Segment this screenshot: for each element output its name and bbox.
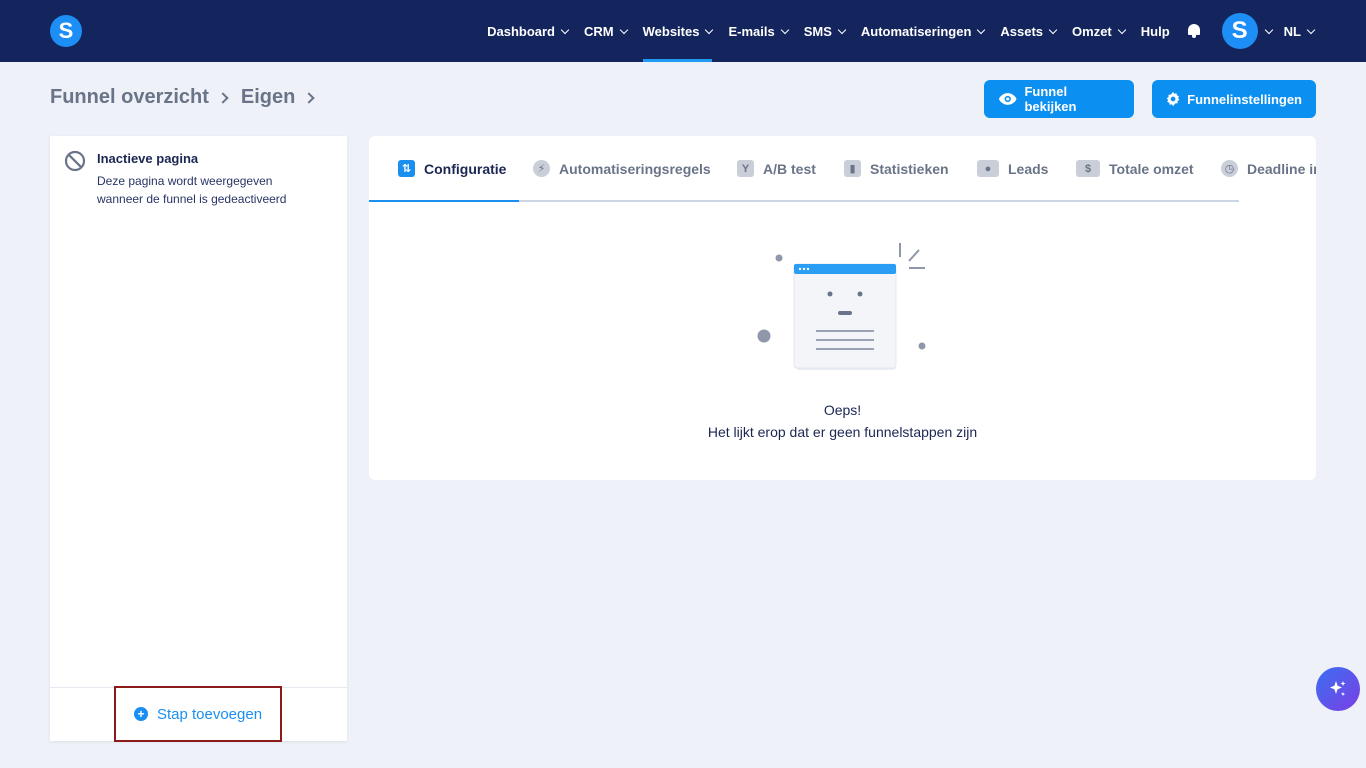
add-step-button[interactable]: + Stap toevoegen xyxy=(114,686,282,742)
empty-state-subtitle: Het lijkt erop dat er geen funnelstappen… xyxy=(707,424,978,440)
nav-assets[interactable]: Assets xyxy=(992,0,1064,62)
top-navbar: S Dashboard CRM Websites E-mails SMS Aut… xyxy=(0,0,1366,62)
inactive-page-item[interactable]: Inactieve pagina Deze pagina wordt weerg… xyxy=(64,150,317,208)
nav-help[interactable]: Hulp xyxy=(1133,0,1178,62)
inactive-page-title: Inactieve pagina xyxy=(97,151,199,166)
tab-leads[interactable]: ● Leads xyxy=(977,160,1048,177)
active-tab-indicator xyxy=(369,200,519,202)
split-icon: Y xyxy=(737,160,754,177)
funnel-steps-panel: Inactieve pagina Deze pagina wordt weerg… xyxy=(50,136,347,742)
sparkle-icon xyxy=(1330,681,1346,696)
ai-assistant-button[interactable] xyxy=(1316,667,1360,711)
breadcrumb-current[interactable]: Eigen xyxy=(241,86,295,109)
plus-circle-icon: + xyxy=(133,707,148,721)
sliders-icon: ⇅ xyxy=(398,160,415,177)
breadcrumb: Funnel overzicht Eigen xyxy=(50,86,327,109)
funnel-detail-panel: ⇅ Configuratie ⚡ Automatiseringsregels Y A/… xyxy=(369,136,1316,480)
nav-sms[interactable]: SMS xyxy=(796,0,853,62)
nav-dashboard[interactable]: Dashboard xyxy=(479,0,576,62)
app-logo[interactable]: S xyxy=(50,15,82,47)
chevron-down-icon xyxy=(1306,25,1316,34)
tab-statistieken[interactable]: ▮ Statistieken xyxy=(844,160,949,177)
nav-websites[interactable]: Websites xyxy=(635,0,721,62)
chevron-down-icon[interactable] xyxy=(1264,25,1273,34)
gear-icon xyxy=(1166,91,1180,107)
empty-state-illustration xyxy=(757,243,926,370)
inactive-page-description: Deze pagina wordt weergegeven wanneer de… xyxy=(97,174,287,206)
eye-icon xyxy=(998,93,1017,105)
chevron-down-icon xyxy=(780,25,789,34)
breadcrumb-funnel-overview[interactable]: Funnel overzicht xyxy=(50,86,209,109)
dollar-icon: $ xyxy=(1076,160,1100,177)
chevron-down-icon xyxy=(977,25,986,34)
clock-icon: ◷ xyxy=(1221,160,1238,177)
tab-automatiseringsregels[interactable]: ⚡ Automatiseringsregels xyxy=(533,160,711,177)
bolt-icon: ⚡ xyxy=(533,160,550,177)
language-selector[interactable]: NL xyxy=(1280,0,1318,62)
users-icon: ● xyxy=(977,160,999,177)
view-funnel-button[interactable]: Funnel bekijken xyxy=(984,80,1134,118)
chevron-down-icon xyxy=(1117,25,1127,34)
nav-emails[interactable]: E-mails xyxy=(720,0,795,62)
bell-icon[interactable] xyxy=(1186,23,1202,39)
nav-crm[interactable]: CRM xyxy=(576,0,635,62)
left-panel-footer: + Stap toevoegen xyxy=(50,686,347,742)
tab-configuratie[interactable]: ⇅ Configuratie xyxy=(398,160,506,177)
chevron-down-icon xyxy=(1048,25,1058,34)
chevron-down-icon xyxy=(705,25,714,34)
empty-state-title: Oeps! xyxy=(823,402,862,418)
ban-icon xyxy=(64,150,86,172)
main-menu: Dashboard CRM Websites E-mails SMS Autom… xyxy=(479,0,1318,62)
tab-bar: ⇅ Configuratie ⚡ Automatiseringsregels Y A/… xyxy=(369,136,1316,202)
chevron-down-icon xyxy=(560,25,570,34)
nav-automatiseringen[interactable]: Automatiseringen xyxy=(853,0,993,62)
funnel-settings-button[interactable]: Funnelinstellingen xyxy=(1152,80,1316,118)
tab-totale-omzet[interactable]: $ Totale omzet xyxy=(1076,160,1194,177)
chevron-right-icon xyxy=(217,91,229,104)
chevron-down-icon xyxy=(619,25,628,34)
chevron-down-icon xyxy=(837,25,847,34)
avatar[interactable]: S xyxy=(1221,13,1258,49)
nav-omzet[interactable]: Omzet xyxy=(1064,0,1133,62)
tab-deadline[interactable]: ◷ Deadline in xyxy=(1221,160,1316,177)
chevron-right-icon xyxy=(303,91,316,104)
bar-chart-icon: ▮ xyxy=(844,160,861,177)
tab-ab-test[interactable]: Y A/B test xyxy=(737,160,816,177)
